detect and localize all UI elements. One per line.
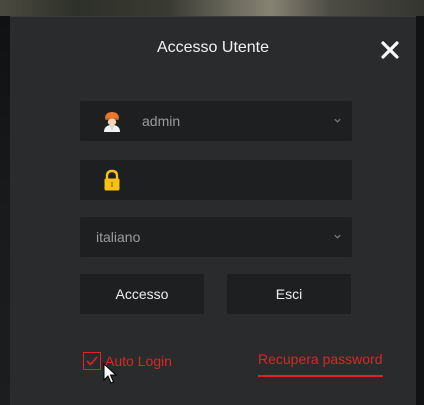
exit-button[interactable]: Esci (227, 274, 351, 314)
close-icon (381, 41, 399, 59)
chevron-down-icon (334, 118, 341, 123)
chevron-down-icon (334, 234, 341, 239)
auto-login-option[interactable]: Auto Login (83, 350, 172, 372)
password-field[interactable] (80, 160, 352, 200)
username-value: admin (142, 113, 181, 129)
user-login-dialog: Accesso Utente admin italiano Accesso Es… (10, 16, 416, 405)
checkmark-icon (86, 356, 98, 366)
close-button[interactable] (373, 33, 407, 67)
user-icon (104, 112, 120, 132)
login-button[interactable]: Accesso (80, 274, 204, 314)
language-value: italiano (96, 229, 141, 245)
left-background-strip (0, 16, 10, 405)
dialog-title: Accesso Utente (156, 39, 270, 56)
auto-login-checkbox[interactable] (83, 352, 101, 370)
language-select[interactable]: italiano (80, 217, 352, 257)
lock-icon (104, 169, 120, 191)
right-background-strip (416, 16, 424, 405)
mouse-pointer-icon (103, 363, 118, 384)
camera-feed-background (0, 0, 424, 16)
username-select[interactable]: admin (80, 101, 352, 141)
recover-password-link[interactable]: Recupera password (258, 351, 383, 377)
